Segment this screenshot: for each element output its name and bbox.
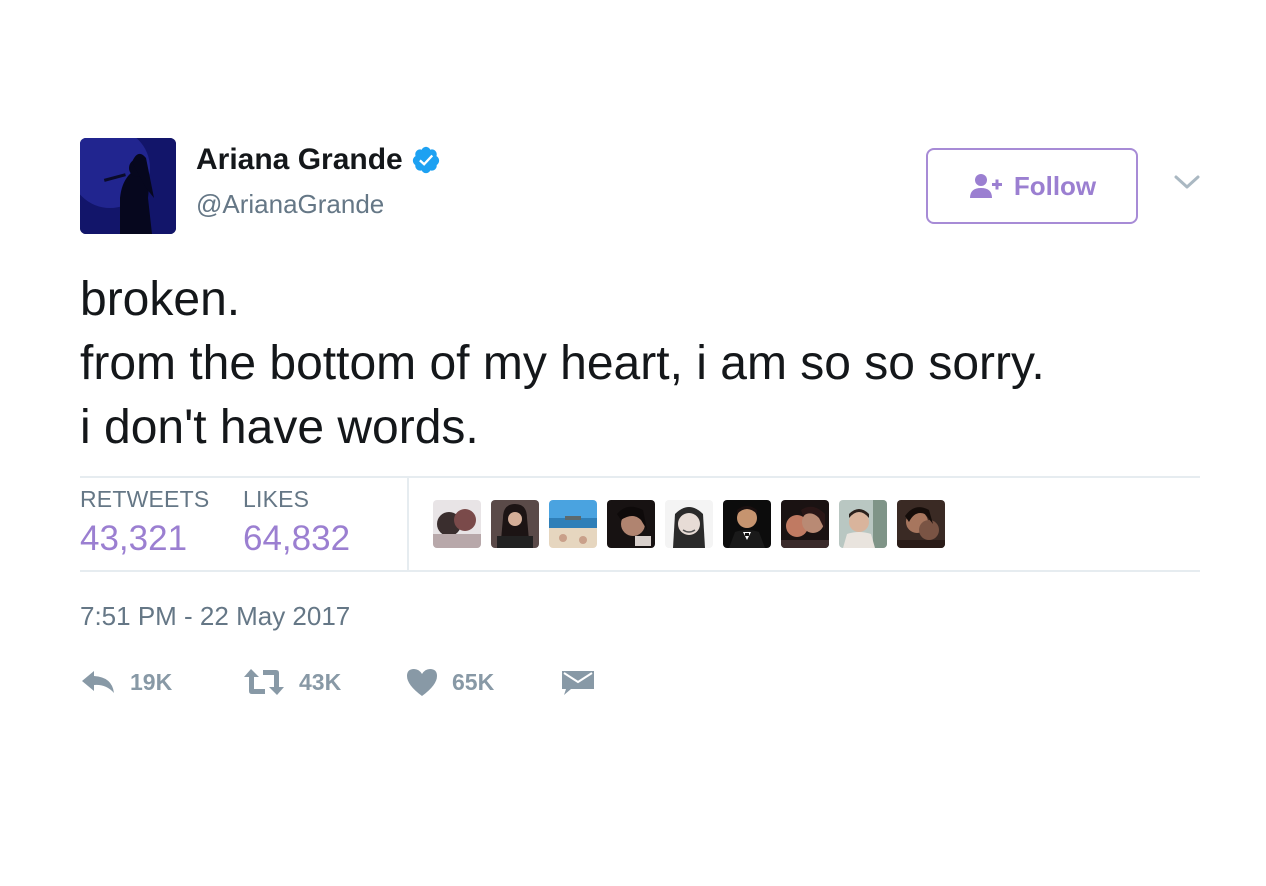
liker-avatar[interactable] <box>491 500 539 548</box>
verified-badge-icon <box>411 145 441 175</box>
follow-button-label: Follow <box>1013 170 1097 201</box>
liker-avatars <box>433 500 945 548</box>
stats-vertical-divider <box>407 478 409 571</box>
likes-stat[interactable]: LIKES 64,832 <box>243 486 350 559</box>
like-count: 65K <box>452 668 495 695</box>
liker-avatar[interactable] <box>723 500 771 548</box>
liker-avatar[interactable] <box>549 500 597 548</box>
avatar-photo <box>80 138 176 234</box>
author-avatar[interactable] <box>80 138 176 234</box>
retweet-icon <box>243 667 285 697</box>
chevron-down-icon[interactable] <box>1172 170 1202 194</box>
heart-icon <box>406 667 438 697</box>
reply-icon <box>80 667 116 697</box>
retweet-button[interactable]: 43K <box>243 662 341 702</box>
author-handle[interactable]: @ArianaGrande <box>196 189 384 220</box>
liker-avatar[interactable] <box>781 500 829 548</box>
likes-label: LIKES <box>243 486 310 512</box>
reply-count: 19K <box>130 668 173 695</box>
liker-avatar[interactable] <box>607 500 655 548</box>
direct-message-button[interactable] <box>561 662 595 702</box>
author-display-name[interactable]: Ariana Grande <box>196 143 403 177</box>
envelope-icon <box>561 667 595 697</box>
tweet-text: broken. from the bottom of my heart, i a… <box>80 268 1045 460</box>
liker-avatar[interactable] <box>839 500 887 548</box>
tweet-text-line: i don't have words. <box>80 401 479 454</box>
author-display-name-row[interactable]: Ariana Grande <box>196 143 441 177</box>
retweet-count: 43K <box>299 668 342 695</box>
liker-avatar[interactable] <box>665 500 713 548</box>
like-button[interactable]: 65K <box>406 662 494 702</box>
follow-user-icon <box>968 172 1004 200</box>
likes-count: 64,832 <box>243 519 351 558</box>
tweet-text-line: from the bottom of my heart, i am so so … <box>80 337 1045 390</box>
liker-avatar[interactable] <box>433 500 481 548</box>
tweet-text-line: broken. <box>80 273 241 326</box>
reply-button[interactable]: 19K <box>80 662 172 702</box>
stats-top-divider <box>80 476 1200 478</box>
tweet-timestamp[interactable]: 7:51 PM - 22 May 2017 <box>80 601 350 632</box>
stats-bottom-divider <box>80 570 1200 572</box>
retweets-label: RETWEETS <box>80 486 210 512</box>
retweets-count: 43,321 <box>80 519 188 558</box>
retweets-stat[interactable]: RETWEETS 43,321 <box>80 486 209 559</box>
follow-button[interactable]: Follow <box>926 148 1138 224</box>
liker-avatar[interactable] <box>897 500 945 548</box>
